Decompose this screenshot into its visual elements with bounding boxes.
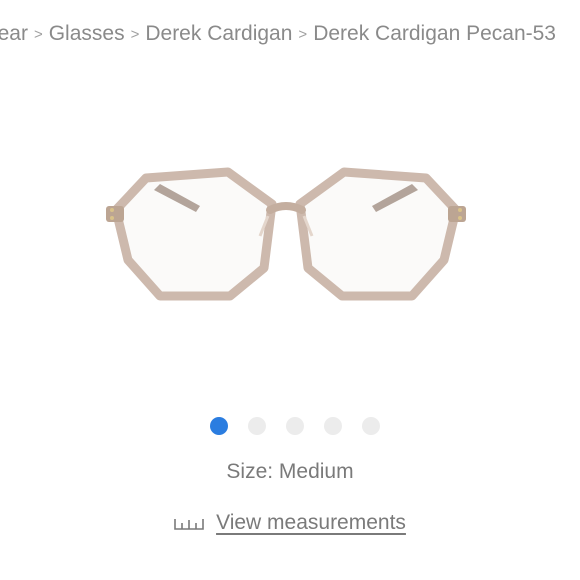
size-label: Size: Medium [226,460,354,483]
right-lens-frame [295,167,461,301]
image-carousel-dots [0,417,580,435]
breadcrumb-separator: > [33,26,43,43]
carousel-dot-5[interactable] [362,417,380,435]
carousel-dot-3[interactable] [286,417,304,435]
breadcrumb-separator: > [298,26,308,43]
view-measurements-link[interactable]: View measurements [216,511,406,535]
breadcrumb: wear > Glasses > Derek Cardigan > Derek … [0,20,556,48]
product-glasses-image[interactable] [100,160,472,310]
carousel-dot-1[interactable] [210,417,228,435]
breadcrumb-item-glasses[interactable]: Glasses [49,20,125,48]
breadcrumb-item-product[interactable]: Derek Cardigan Pecan-53 [313,20,556,48]
right-hinge [448,206,466,222]
left-lens-frame [111,167,277,301]
product-page: wear > Glasses > Derek Cardigan > Derek … [0,0,580,580]
carousel-dot-2[interactable] [248,417,266,435]
carousel-dot-4[interactable] [324,417,342,435]
left-hinge [106,206,124,222]
breadcrumb-separator: > [130,26,140,43]
breadcrumb-item-eyewear[interactable]: wear [0,20,28,48]
bridge [266,202,306,214]
breadcrumb-item-brand[interactable]: Derek Cardigan [145,20,292,48]
measurements-row: View measurements [0,511,580,535]
ruler-icon[interactable] [174,515,204,531]
